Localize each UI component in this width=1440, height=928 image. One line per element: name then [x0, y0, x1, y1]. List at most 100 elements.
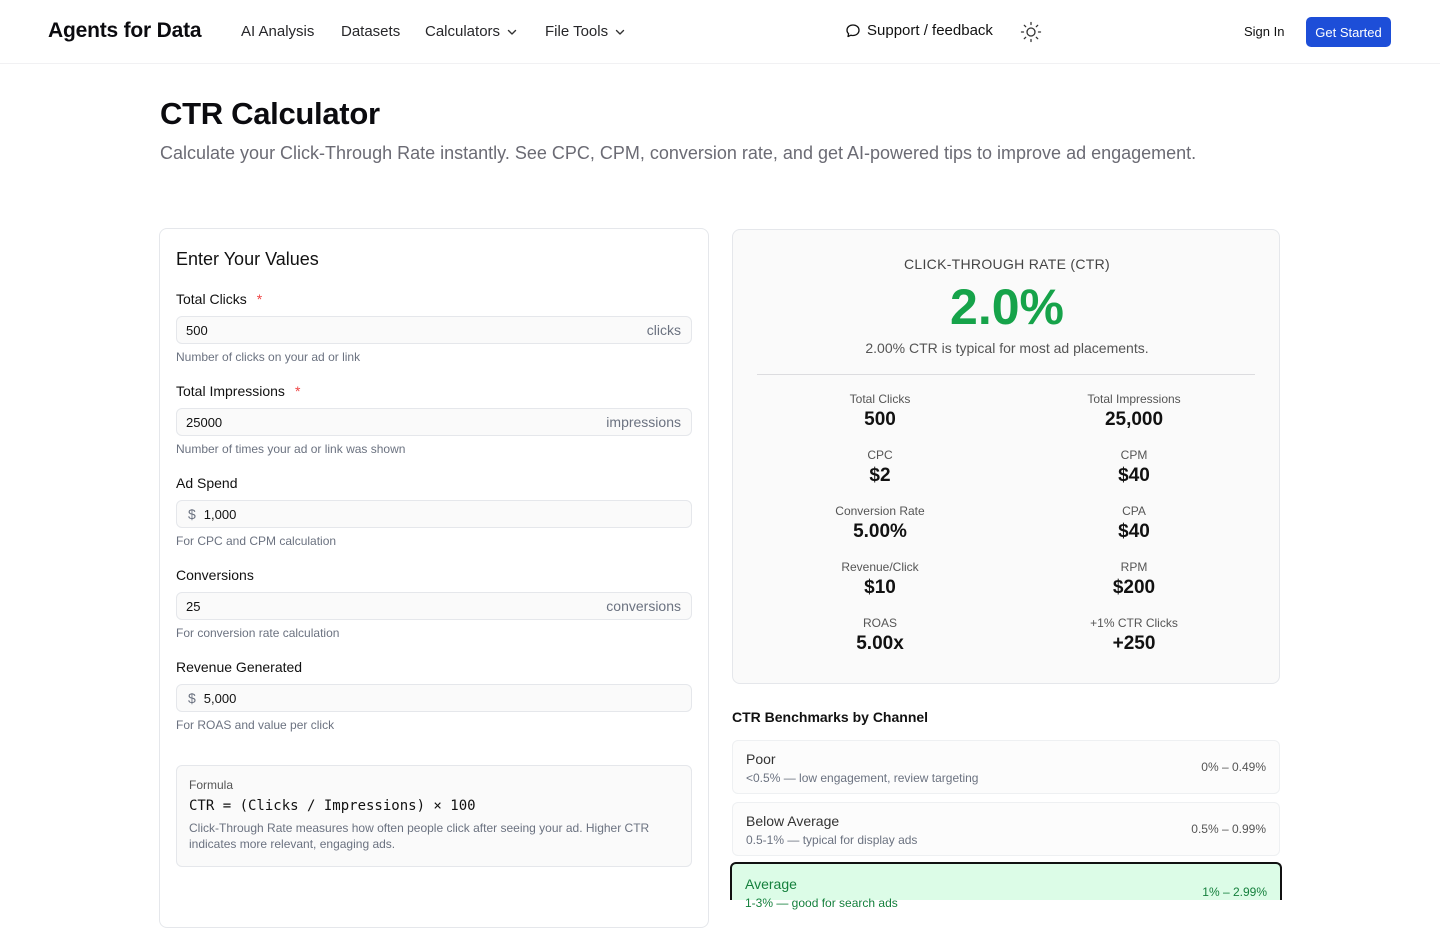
nav-link-datasets[interactable]: Datasets [341, 23, 400, 40]
nav-link-file-tools[interactable]: File Tools [545, 23, 626, 40]
benchmarks-title: CTR Benchmarks by Channel [732, 709, 929, 725]
input-card-title: Enter Your Values [176, 249, 319, 269]
divider [757, 374, 1255, 375]
nav-link-label: Calculators [425, 23, 501, 40]
revenue-generated-input[interactable] [203, 690, 681, 706]
field-hint: For conversion rate calculation [176, 626, 340, 640]
field-hint: For ROAS and value per click [176, 718, 335, 732]
stat-value: 500 [864, 409, 896, 430]
ad-spend-field[interactable]: $ [176, 500, 692, 528]
benchmark-name: Poor [746, 751, 776, 767]
nav-link-label: Datasets [341, 23, 401, 40]
stat-total-impressions: Total Impressions 25,000 [1009, 392, 1259, 431]
stat-revenue-per-click: Revenue/Click $10 [755, 560, 1005, 599]
stat-cpc: CPC $2 [755, 448, 1005, 487]
formula-label: Formula [189, 778, 234, 792]
stat-label: CPM [1120, 448, 1148, 462]
benchmark-name: Below Average [746, 813, 840, 829]
benchmark-poor[interactable]: Poor <0.5% — low engagement, review targ… [732, 740, 1280, 794]
ad-spend-label: Ad Spend [176, 475, 238, 491]
chat-bubble-icon [846, 23, 860, 37]
stat-value: $40 [1118, 521, 1150, 542]
total-clicks-input[interactable] [186, 322, 647, 338]
get-started-button[interactable]: Get Started [1306, 17, 1391, 47]
benchmark-description: 0.5-1% — typical for display ads [746, 833, 918, 847]
stat-label: Total Impressions [1087, 392, 1181, 406]
brand-logo[interactable]: Agents for Data [48, 19, 202, 43]
nav-link-label: File Tools [545, 23, 609, 40]
stat-value: 5.00x [856, 633, 904, 654]
stat-label: RPM [1120, 560, 1148, 574]
conversions-label: Conversions [176, 567, 254, 583]
benchmark-name: Average [745, 876, 797, 892]
stat-label: +1% CTR Clicks [1090, 616, 1178, 630]
input-card: Enter Your Values Total Clicks * clicks N… [159, 228, 709, 928]
chevron-down-icon [615, 29, 625, 35]
stat-value: $200 [1112, 577, 1156, 598]
benchmark-below-average[interactable]: Below Average 0.5-1% — typical for displ… [732, 802, 1280, 856]
stat-value: $40 [1118, 465, 1150, 486]
stat-value: $2 [869, 465, 891, 486]
benchmark-range: 0.5% – 0.99% [1191, 822, 1266, 836]
field-hint: Number of times your ad or link was show… [176, 442, 406, 456]
stat-label: ROAS [862, 616, 897, 630]
stat-ctr-lift-clicks: +1% CTR Clicks +250 [1009, 616, 1259, 655]
page-subtitle: Calculate your Click-Through Rate instan… [160, 143, 1197, 163]
formula-code: CTR = (Clicks / Impressions) × 100 [189, 798, 476, 814]
field-label-text: Total Impressions [176, 383, 285, 399]
conversions-input[interactable] [186, 598, 607, 614]
currency-prefix: $ [188, 506, 196, 522]
stat-value: +250 [1112, 633, 1156, 654]
sun-icon[interactable] [1020, 21, 1042, 43]
formula-description: Click-Through Rate measures how often pe… [189, 821, 650, 851]
required-marker: * [294, 383, 301, 399]
field-hint: For CPC and CPM calculation [176, 534, 337, 548]
stat-value: 5.00% [853, 521, 907, 542]
total-impressions-input[interactable] [186, 414, 607, 430]
stat-value: $10 [864, 577, 896, 598]
unit-label: impressions [606, 414, 681, 430]
total-impressions-field[interactable]: impressions [176, 408, 692, 436]
stat-rpm: RPM $200 [1009, 560, 1259, 599]
benchmark-average[interactable]: Average 1-3% — good for search ads 1% – … [730, 862, 1282, 910]
conversions-field[interactable]: conversions [176, 592, 692, 620]
stat-roas: ROAS 5.00x [755, 616, 1005, 655]
result-card: CLICK-THROUGH RATE (CTR) 2.0% 2.00% CTR … [732, 229, 1280, 684]
nav-link-label: AI Analysis [241, 23, 315, 40]
stat-total-clicks: Total Clicks 500 [755, 392, 1005, 431]
stat-cpa: CPA $40 [1009, 504, 1259, 543]
support-feedback-link[interactable]: Support / feedback [845, 22, 993, 39]
unit-label: clicks [646, 322, 681, 338]
stat-label: CPA [1122, 504, 1146, 518]
unit-label: conversions [606, 598, 681, 614]
benchmark-range: 1% – 2.99% [1202, 885, 1267, 899]
ctr-note: 2.00% CTR is typical for most ad placeme… [865, 340, 1149, 356]
field-label-text: Total Clicks [176, 291, 247, 307]
stat-cpm: CPM $40 [1009, 448, 1259, 487]
stat-value: 25,000 [1104, 409, 1164, 430]
stat-label: Total Clicks [849, 392, 911, 406]
benchmark-range: 0% – 0.49% [1201, 760, 1266, 774]
support-label: Support / feedback [867, 22, 993, 39]
stat-label: Conversion Rate [835, 504, 925, 518]
ctr-label: CLICK-THROUGH RATE (CTR) [903, 256, 1111, 272]
benchmark-description: 1-3% — good for search ads [745, 896, 898, 910]
chevron-down-icon [507, 29, 517, 35]
nav-link-calculators[interactable]: Calculators [425, 23, 518, 40]
ctr-value: 2.0% [950, 279, 1064, 335]
sign-in-link[interactable]: Sign In [1244, 24, 1284, 39]
page-title: CTR Calculator [160, 96, 380, 131]
top-nav: Agents for Data AI Analysis Datasets Cal… [0, 0, 1440, 64]
nav-link-ai-analysis[interactable]: AI Analysis [241, 23, 314, 40]
revenue-generated-field[interactable]: $ [176, 684, 692, 712]
benchmark-description: <0.5% — low engagement, review targeting [746, 771, 979, 785]
revenue-generated-label: Revenue Generated [176, 659, 303, 675]
required-marker: * [256, 291, 263, 307]
formula-box: Formula CTR = (Clicks / Impressions) × 1… [176, 765, 692, 867]
total-clicks-label: Total Clicks * [176, 291, 262, 307]
ad-spend-input[interactable] [203, 506, 681, 522]
total-impressions-label: Total Impressions * [176, 383, 300, 399]
total-clicks-field[interactable]: clicks [176, 316, 692, 344]
stat-label: Revenue/Click [841, 560, 919, 574]
currency-prefix: $ [188, 690, 196, 706]
